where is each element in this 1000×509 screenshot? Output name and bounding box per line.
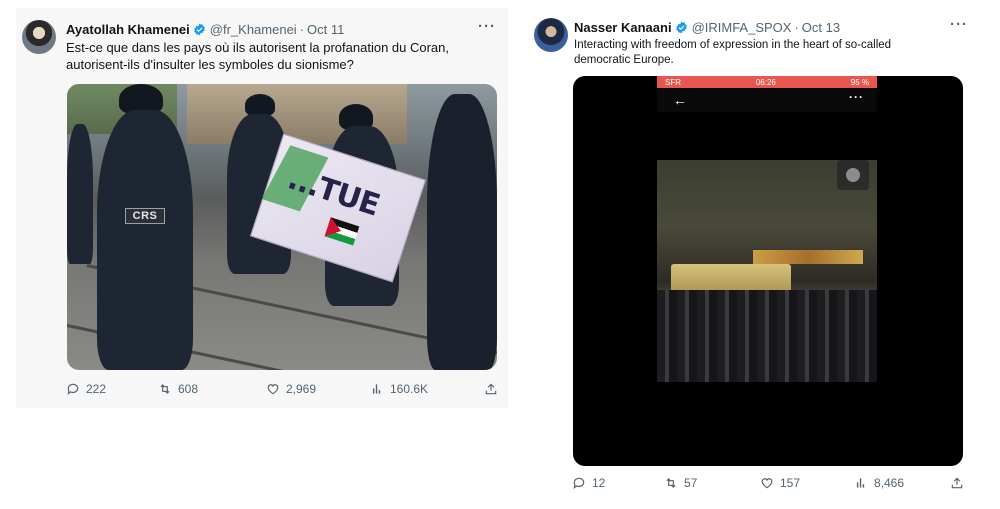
tweet-actions: 12 57 157 8,466: [572, 476, 964, 490]
tweet-card[interactable]: Ayatollah Khamenei @fr_Khamenei · Oct 11…: [16, 8, 508, 408]
more-icon: ···: [849, 90, 864, 104]
separator: ·: [794, 20, 799, 35]
tweet-actions: 222 608 2,969 160.6K: [66, 382, 498, 396]
street-lights: [753, 250, 863, 264]
share-button[interactable]: [484, 382, 498, 396]
verified-icon: [193, 23, 205, 36]
like-icon: [761, 478, 773, 489]
tweet-photo[interactable]: CRS ...TUE: [67, 84, 497, 370]
views-button[interactable]: 160.6K: [370, 382, 474, 396]
like-icon: [267, 384, 279, 395]
carrier-label: SFR: [665, 77, 681, 87]
reply-icon: [573, 477, 585, 490]
retweet-icon: [666, 478, 676, 488]
author-handle[interactable]: @IRIMFA_SPOX: [692, 20, 792, 35]
tweet-header: Nasser Kanaani @IRIMFA_SPOX · Oct 13: [574, 20, 840, 35]
officer-helmet: [245, 94, 275, 116]
phone-app-bar: [657, 88, 877, 112]
author-name[interactable]: Nasser Kanaani: [574, 20, 672, 35]
separator: ·: [299, 22, 305, 37]
crs-patch: CRS: [125, 208, 165, 224]
tweet-card[interactable]: Nasser Kanaani @IRIMFA_SPOX · Oct 13 ···…: [528, 12, 984, 500]
palestine-flag: [324, 217, 360, 246]
share-icon: [951, 477, 963, 489]
views-count: 160.6K: [390, 382, 429, 396]
tweet-text: Est-ce que dans les pays où ils autorise…: [66, 40, 450, 72]
share-button[interactable]: [950, 476, 964, 490]
like-button[interactable]: 157: [760, 476, 854, 490]
reply-icon: [67, 383, 79, 396]
more-icon[interactable]: ···: [950, 16, 968, 33]
tweet-text: Interacting with freedom of expression i…: [574, 39, 892, 66]
share-icon: [485, 383, 497, 395]
crowd: [657, 290, 877, 382]
retweet-button[interactable]: 608: [158, 382, 266, 396]
tweet-date[interactable]: Oct 11: [307, 22, 344, 37]
status-time: 06:26: [755, 77, 776, 87]
reply-count: 12: [592, 476, 606, 490]
video-control-icon: [837, 160, 869, 190]
author-name[interactable]: Ayatollah Khamenei: [66, 22, 190, 37]
like-count: 157: [780, 476, 801, 490]
retweet-button[interactable]: 57: [664, 476, 760, 490]
author-handle[interactable]: @fr_Khamenei: [210, 22, 297, 37]
reply-button[interactable]: 222: [66, 382, 158, 396]
views-icon: [856, 478, 865, 488]
officer-figure: [97, 110, 193, 370]
officer-figure: [67, 124, 93, 264]
phone-status-bar: SFR 06:26 95 %: [657, 76, 877, 88]
retweet-icon: [160, 384, 170, 394]
tweet-date[interactable]: Oct 13: [802, 20, 840, 35]
views-count: 8,466: [874, 476, 905, 490]
banner-text: ...TUE: [283, 161, 384, 224]
views-icon: [372, 384, 381, 394]
retweet-count: 608: [178, 382, 199, 396]
battery-label: 95 %: [850, 77, 869, 87]
reply-count: 222: [86, 382, 107, 396]
back-arrow-icon: ←: [673, 92, 687, 108]
like-button[interactable]: 2,969: [266, 382, 370, 396]
views-button[interactable]: 8,466: [854, 476, 948, 490]
like-count: 2,969: [286, 382, 317, 396]
video-frame: [657, 160, 877, 382]
tweet-header: Ayatollah Khamenei @fr_Khamenei · Oct 11: [66, 22, 344, 37]
avatar[interactable]: [534, 18, 568, 52]
tweet-video[interactable]: SFR 06:26 95 % ← ···: [573, 76, 963, 466]
avatar[interactable]: [22, 20, 56, 54]
retweet-count: 57: [684, 476, 698, 490]
more-icon[interactable]: ···: [478, 18, 496, 35]
officer-figure: [427, 94, 497, 370]
reply-button[interactable]: 12: [572, 476, 664, 490]
verified-icon: [675, 21, 687, 34]
